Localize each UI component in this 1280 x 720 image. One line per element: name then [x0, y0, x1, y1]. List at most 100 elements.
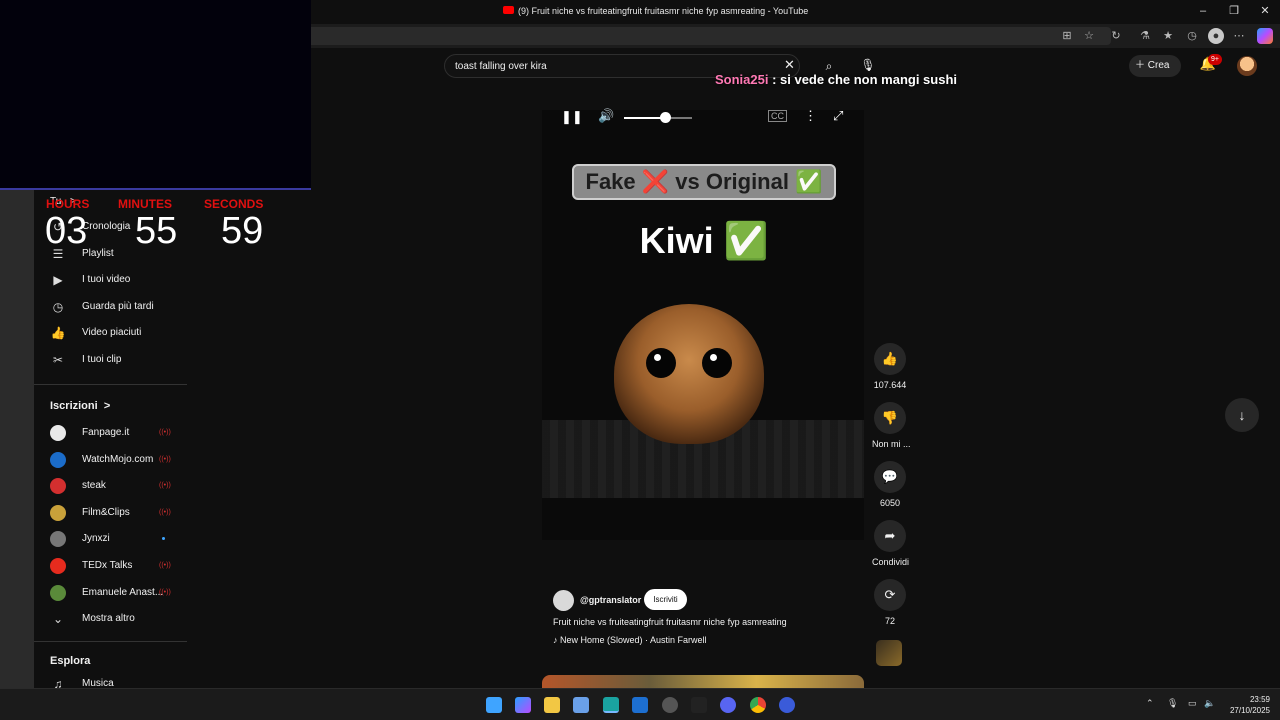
channel-name[interactable]: @gptranslator	[580, 595, 641, 605]
maximize-button[interactable]: ❐	[1226, 4, 1242, 18]
profile-icon[interactable]: ●	[1208, 28, 1224, 44]
live-indicator-icon: ((•))	[159, 482, 171, 490]
history-icon[interactable]: ◷	[1184, 28, 1200, 44]
channel-avatar-icon	[50, 451, 66, 468]
captions-icon[interactable]: CC	[768, 110, 787, 122]
taskbar-clock[interactable]: 23:59 27/10/2025	[1222, 694, 1270, 716]
subscription-channel[interactable]: Film&Clips ((•))	[34, 501, 187, 525]
minimize-button[interactable]: –	[1195, 4, 1211, 18]
favorites-icon[interactable]: ★	[1160, 28, 1176, 44]
subscription-channel[interactable]: Fanpage.it ((•))	[34, 421, 187, 445]
start-menu-icon[interactable]	[486, 697, 502, 713]
subscription-channel[interactable]: WatchMojo.com ((•))	[34, 448, 187, 472]
outlook-icon[interactable]	[632, 697, 648, 713]
timer-hours-value: 03	[45, 210, 88, 252]
video-description[interactable]: Fruit niche vs fruiteatingfruit fruitasm…	[553, 617, 787, 627]
share-icon[interactable]: ➦	[874, 520, 906, 552]
subscription-channel[interactable]: Jynxzi	[34, 527, 187, 551]
notifications-badge: 9+	[1208, 54, 1222, 65]
apps-icon[interactable]: ⊞	[1059, 28, 1075, 44]
file-explorer-icon[interactable]	[544, 697, 560, 713]
comments-action[interactable]: 💬 6050	[872, 461, 908, 508]
subscribe-button[interactable]: Iscriviti	[644, 589, 687, 610]
address-bar[interactable]	[311, 27, 1111, 45]
comment-count: 6050	[879, 498, 901, 508]
sidebar-item-i-tuoi-video[interactable]: ▶ I tuoi video	[34, 268, 187, 292]
clear-search-icon[interactable]: ✕	[784, 57, 795, 73]
youtube-favicon-icon	[503, 6, 514, 14]
window-titlebar[interactable]: (9) Fruit niche vs fruiteatingfruit frui…	[311, 0, 1280, 24]
speaker-tray-icon[interactable]: 🔈	[1204, 698, 1215, 709]
share-action[interactable]: ➦ Condividi	[872, 520, 910, 567]
channel-name-label: Film&Clips	[82, 506, 130, 518]
discord-icon[interactable]	[720, 697, 736, 713]
watch-later-icon: ◷	[52, 299, 64, 314]
next-video-arrow-icon[interactable]: ↓	[1225, 398, 1259, 432]
sidebar-item-label: I tuoi video	[82, 274, 131, 286]
subscription-channel[interactable]: Emanuele Anast... ((•))	[34, 581, 187, 605]
music-credit[interactable]: ♪ New Home (Slowed) · Austin Farwell	[553, 635, 707, 645]
volume-slider-handle[interactable]	[659, 112, 671, 123]
video-overlay-title: Kiwi ✅	[639, 220, 769, 261]
thumbs-up-icon[interactable]: 👍	[874, 343, 906, 375]
sidebar-item-label: Cronologia	[82, 221, 131, 232]
show-more-button[interactable]: ⌄ Mostra altro	[34, 607, 187, 631]
tray-chevron-icon[interactable]: ⌃	[1146, 698, 1154, 709]
remix-action[interactable]: ⟳ 72	[872, 579, 908, 626]
countdown-timer-overlay	[0, 0, 311, 190]
show-more-label: Mostra altro	[82, 613, 135, 624]
remix-count: 72	[884, 616, 895, 626]
close-window-button[interactable]: ✕	[1257, 4, 1273, 18]
timer-seconds-value: 59	[221, 210, 264, 252]
sidebar-item-i-tuoi-clip[interactable]: ✂ I tuoi clip	[34, 348, 187, 372]
thumbs-down-icon[interactable]: 👎	[874, 402, 906, 434]
video-overlay-banner: Fake ❌ vs Original ✅	[572, 164, 836, 200]
channel-name-label: Emanuele Anast...	[82, 586, 164, 598]
channel-name-label: WatchMojo.com	[82, 453, 154, 465]
extension-icon[interactable]: ⚗	[1137, 28, 1153, 44]
chrome-icon[interactable]	[750, 697, 766, 713]
sound-thumbnail[interactable]	[876, 640, 902, 666]
clock-time: 23:59	[1249, 695, 1270, 704]
sidebar-item-guarda-pi-tardi[interactable]: ◷ Guarda più tardi	[34, 295, 187, 319]
user-avatar[interactable]	[1237, 56, 1257, 76]
chevron-down-icon: ⌄	[52, 612, 64, 626]
live-indicator-icon: ((•))	[159, 455, 171, 463]
sidebar-item-video-piaciuti[interactable]: 👍 Video piaciuti	[34, 321, 187, 345]
channel-avatar-icon	[50, 558, 66, 574]
more-options-icon[interactable]: ⋮	[804, 108, 817, 124]
channel-name-label: TEDx Talks	[82, 560, 133, 571]
share-label: Condividi	[872, 557, 910, 567]
clock-date: 27/10/2025	[1229, 706, 1270, 715]
copilot-taskbar-icon[interactable]	[515, 697, 531, 713]
like-action[interactable]: 👍 107.644	[872, 343, 908, 390]
subscription-channel[interactable]: steak ((•))	[34, 474, 187, 498]
display-tray-icon[interactable]: ▭	[1188, 698, 1197, 709]
create-button[interactable]: ＋ Crea	[1129, 55, 1181, 77]
volume-icon[interactable]: 🔊	[598, 108, 614, 124]
refresh-icon[interactable]: ↻	[1108, 28, 1124, 44]
your-videos-icon: ▶	[53, 273, 63, 288]
channel-avatar-icon	[50, 478, 66, 495]
subscriptions-label: Iscrizioni	[50, 400, 98, 412]
fullscreen-icon[interactable]: ⤢	[833, 108, 843, 124]
subscriptions-heading[interactable]: Iscrizioni >	[50, 400, 110, 412]
microphone-tray-icon[interactable]: 🎙	[1167, 698, 1178, 709]
next-short-preview[interactable]	[542, 675, 864, 688]
more-menu-icon[interactable]: ⋯	[1231, 28, 1247, 44]
remix-icon[interactable]: ⟳	[874, 579, 906, 611]
edge-browser-icon[interactable]	[603, 697, 619, 713]
settings-icon[interactable]	[662, 697, 678, 713]
copilot-icon[interactable]	[1257, 28, 1273, 44]
sidebar-divider	[34, 384, 187, 385]
terminal-icon[interactable]	[691, 697, 707, 713]
channel-avatar[interactable]	[553, 590, 574, 611]
subscription-channel[interactable]: TEDx Talks ((•))	[34, 554, 187, 578]
microsoft-store-icon[interactable]	[573, 697, 589, 713]
comment-icon[interactable]: 💬	[874, 461, 906, 493]
browser-app-icon[interactable]	[779, 697, 795, 713]
dislike-action[interactable]: 👎 Non mi ...	[872, 402, 911, 449]
favorite-star-icon[interactable]: ☆	[1081, 28, 1097, 44]
new-content-dot-icon	[162, 537, 165, 541]
pause-icon[interactable]: ❚❚	[561, 109, 583, 125]
